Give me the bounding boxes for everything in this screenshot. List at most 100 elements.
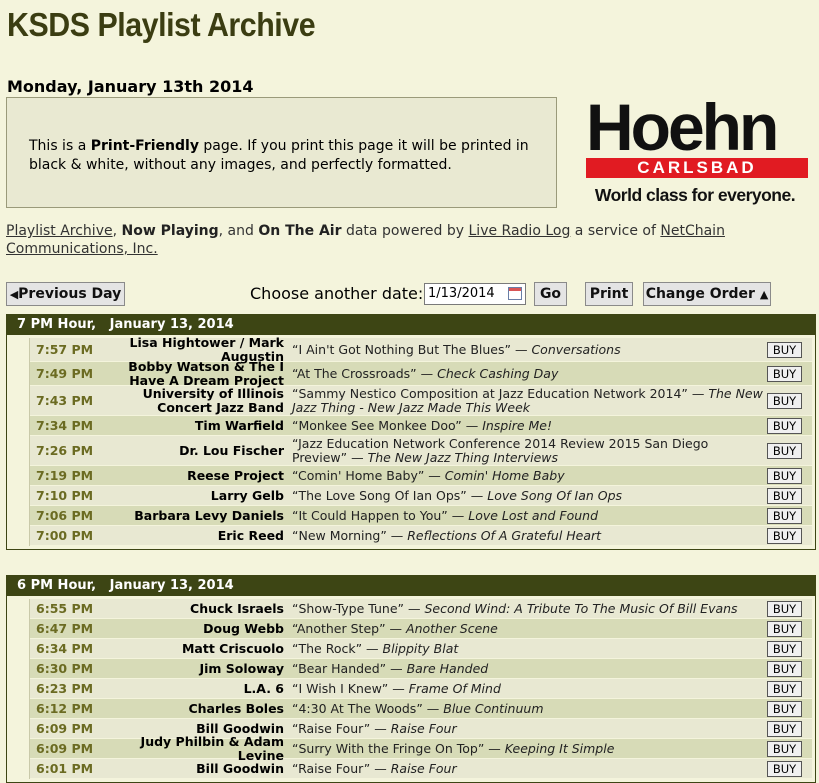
table-row: 7:43 PM University of Illinois Concert Ja… — [30, 386, 812, 416]
track-time: 6:30 PM — [36, 661, 94, 676]
buy-button[interactable]: BUY — [767, 680, 802, 697]
track-time: 6:09 PM — [36, 741, 94, 756]
sponsor-logo-word: Hoehn — [586, 90, 779, 164]
buy-button[interactable]: BUY — [767, 660, 802, 677]
track-time: 7:34 PM — [36, 418, 94, 433]
track-artist: Eric Reed — [217, 527, 284, 543]
track-album: Raise Four — [390, 720, 457, 736]
buy-button[interactable]: BUY — [767, 740, 802, 757]
dash-separator: — — [416, 365, 438, 381]
table-row: 7:10 PM Larry Gelb “The Love Song Of Ian O… — [30, 486, 812, 506]
hour-block-7pm: 7 PM Hour, January 13, 2014 7:57 PM Lisa … — [6, 314, 816, 550]
buy-button[interactable]: BUY — [767, 507, 802, 524]
track-album: Inspire Me! — [482, 417, 553, 433]
dash-separator: — — [466, 487, 488, 503]
dash-separator: — — [447, 507, 469, 523]
previous-day-button[interactable]: ◀Previous Day — [6, 282, 125, 306]
previous-day-label: Previous Day — [18, 286, 122, 302]
track-album: Blue Continuum — [443, 700, 544, 716]
track-album: Check Cashing Day — [437, 365, 559, 381]
buy-button[interactable]: BUY — [767, 487, 802, 504]
track-album: The New Jazz Thing Interviews — [367, 449, 558, 465]
buy-button[interactable]: BUY — [767, 527, 802, 544]
up-triangle-icon: ▲ — [759, 288, 769, 301]
powered-sep2: , and — [218, 223, 259, 239]
buy-button[interactable]: BUY — [767, 417, 802, 434]
choose-date-label: Choose another date: — [250, 284, 424, 303]
track-album: Love Song Of Ian Ops — [487, 487, 623, 503]
playlist-rows: 6:55 PM Chuck Israels “Show-Type Tune” — S… — [29, 599, 812, 779]
hour-header: 6 PM Hour, January 13, 2014 — [7, 576, 815, 596]
track-time: 7:26 PM — [36, 443, 94, 458]
buy-button[interactable]: BUY — [767, 365, 802, 382]
powered-text2: a service of — [570, 223, 661, 239]
date-input-value: 1/13/2014 — [428, 286, 495, 301]
dash-separator: — — [370, 720, 391, 736]
date-heading: Monday, January 13th 2014 — [7, 77, 254, 96]
buy-button[interactable]: BUY — [767, 700, 802, 717]
buy-button[interactable]: BUY — [767, 442, 802, 459]
print-notice-bold: Print-Friendly — [90, 138, 199, 154]
left-triangle-icon: ◀ — [9, 288, 19, 301]
sponsor-ad[interactable]: Hoehn CARLSBAD World class for everyone. — [574, 90, 816, 209]
track-artist: University of Illinois Concert Jazz Band — [142, 385, 284, 415]
track-album: Another Scene — [406, 620, 498, 636]
track-time: 7:49 PM — [36, 366, 94, 381]
live-radio-log-link[interactable]: Live Radio Log — [469, 223, 571, 239]
track-time: 6:12 PM — [36, 701, 94, 716]
buy-button[interactable]: BUY — [767, 760, 802, 777]
track-title-line: “I Wish I Knew” — Frame Of Mind — [292, 680, 763, 696]
track-song: “Comin' Home Baby” — [292, 467, 425, 483]
track-title-line: “New Morning” — Reflections Of A Gratefu… — [292, 528, 763, 543]
calendar-icon[interactable] — [508, 287, 522, 300]
track-artist: Tim Warfield — [194, 417, 284, 433]
track-song: “Sammy Nestico Composition at Jazz Educa… — [292, 385, 688, 401]
track-title-line: “Raise Four” — Raise Four — [292, 720, 763, 736]
track-title-line: “It Could Happen to You” — Love Lost and… — [292, 507, 763, 523]
track-artist: Doug Webb — [203, 620, 284, 636]
track-song: “Surry With the Fringe On Top” — [292, 740, 485, 756]
track-song: “Show-Type Tune” — [292, 600, 404, 616]
change-order-button[interactable]: Change Order ▲ — [643, 282, 771, 306]
track-album: Frame Of Mind — [408, 680, 501, 696]
dash-separator: — — [404, 600, 425, 616]
print-notice-text: This is a Print-Friendly page. If you pr… — [29, 137, 549, 175]
track-title-line: “Sammy Nestico Composition at Jazz Educa… — [292, 385, 763, 415]
print-friendly-notice: This is a Print-Friendly page. If you pr… — [6, 97, 557, 208]
buy-button[interactable]: BUY — [767, 467, 802, 484]
track-title-line: “Comin' Home Baby” — Comin' Home Baby — [292, 467, 763, 483]
track-song: “Another Step” — [292, 620, 386, 636]
date-input[interactable]: 1/13/2014 — [424, 283, 526, 305]
track-title-line: “4:30 At The Woods” — Blue Continuum — [292, 700, 763, 716]
buy-button[interactable]: BUY — [767, 640, 802, 657]
track-artist: Chuck Israels — [190, 600, 284, 616]
buy-button[interactable]: BUY — [767, 392, 802, 409]
track-artist: Matt Criscuolo — [181, 640, 284, 656]
track-song: “I Wish I Knew” — [292, 680, 389, 696]
buy-button[interactable]: BUY — [767, 620, 802, 637]
powered-by-line: Playlist Archive, Now Playing, and On Th… — [6, 222, 806, 258]
track-song: “The Love Song Of Ian Ops” — [292, 487, 467, 503]
dash-separator: — — [484, 740, 505, 756]
go-button[interactable]: Go — [534, 282, 567, 306]
buy-button[interactable]: BUY — [767, 600, 802, 617]
print-button[interactable]: Print — [585, 282, 633, 306]
playlist-archive-link[interactable]: Playlist Archive — [6, 223, 113, 239]
track-time: 7:10 PM — [36, 488, 94, 503]
table-row: 6:47 PM Doug Webb “Another Step” — Another… — [30, 619, 812, 639]
track-album: Keeping It Simple — [504, 740, 615, 756]
track-album: Second Wind: A Tribute To The Music Of B… — [424, 600, 738, 616]
hour-block-6pm: 6 PM Hour, January 13, 2014 6:55 PM Chuck… — [6, 575, 816, 783]
table-row: 6:01 PM Bill Goodwin “Raise Four” — Raise … — [30, 759, 812, 779]
track-time: 7:43 PM — [36, 393, 94, 408]
table-row: 6:12 PM Charles Boles “4:30 At The Woods” … — [30, 699, 812, 719]
track-album: Raise Four — [390, 760, 457, 776]
table-row: 6:30 PM Jim Soloway “Bear Handed” — Bare H… — [30, 659, 812, 679]
track-song: “Raise Four” — [292, 760, 371, 776]
track-artist: Dr. Lou Fischer — [179, 442, 284, 458]
track-time: 6:55 PM — [36, 601, 94, 616]
dash-separator: — — [386, 660, 407, 676]
track-time: 6:34 PM — [36, 641, 94, 656]
buy-button[interactable]: BUY — [767, 341, 802, 358]
buy-button[interactable]: BUY — [767, 720, 802, 737]
